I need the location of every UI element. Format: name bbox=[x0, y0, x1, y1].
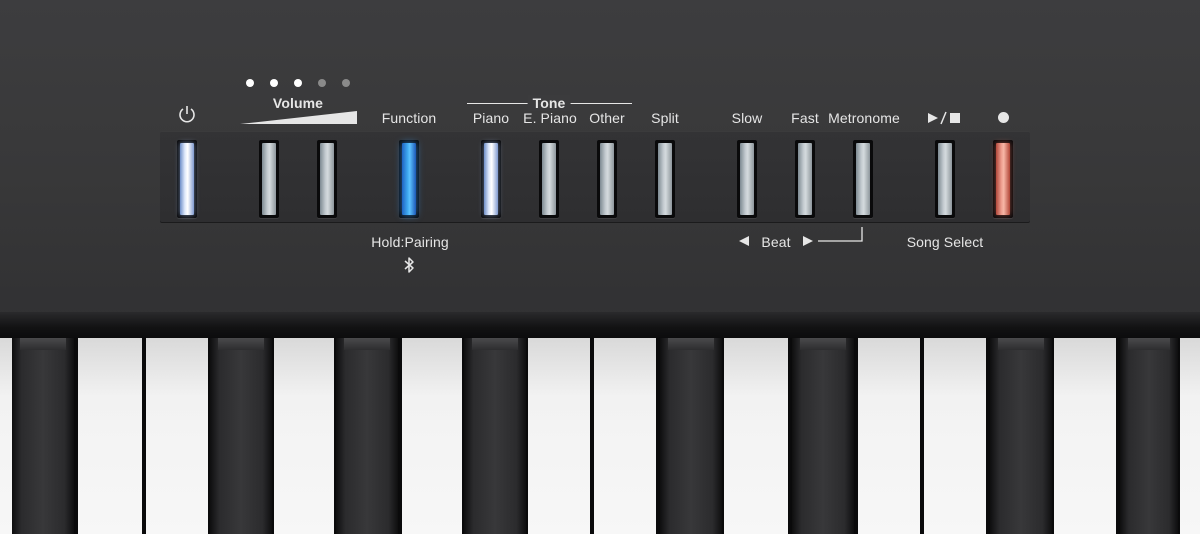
volume-down-button[interactable] bbox=[259, 140, 279, 218]
beat-label: Beat bbox=[761, 234, 791, 250]
other-button-light bbox=[600, 143, 614, 215]
black-key bbox=[336, 338, 398, 534]
function-button-light bbox=[402, 143, 416, 215]
button-strip bbox=[160, 131, 1030, 223]
play-stop-button-light bbox=[938, 143, 952, 215]
slow-button-light bbox=[740, 143, 754, 215]
split-label: Split bbox=[651, 110, 679, 126]
volume-dot-3 bbox=[294, 79, 302, 87]
white-key bbox=[0, 338, 12, 534]
other-button[interactable] bbox=[597, 140, 617, 218]
volume-dot-1 bbox=[246, 79, 254, 87]
metronome-button-light bbox=[856, 143, 870, 215]
function-label: Function bbox=[381, 110, 437, 126]
fast-button[interactable] bbox=[795, 140, 815, 218]
play-stop-button[interactable] bbox=[935, 140, 955, 218]
volume-label: Volume bbox=[272, 95, 324, 111]
black-key bbox=[1120, 338, 1178, 534]
white-key bbox=[924, 338, 986, 534]
white-key bbox=[1180, 338, 1200, 534]
white-key bbox=[274, 338, 334, 534]
black-key bbox=[464, 338, 526, 534]
play-stop-icon bbox=[928, 111, 960, 125]
volume-dot-5 bbox=[342, 79, 350, 87]
fast-button-light bbox=[798, 143, 812, 215]
white-key bbox=[858, 338, 920, 534]
e-piano-button-light bbox=[542, 143, 556, 215]
black-key bbox=[660, 338, 722, 534]
control-panel: Volume Function Tone Piano E. Piano Othe… bbox=[0, 0, 1200, 320]
volume-down-button-light bbox=[262, 143, 276, 215]
black-key bbox=[12, 338, 74, 534]
white-key bbox=[78, 338, 142, 534]
split-button-light bbox=[658, 143, 672, 215]
white-key bbox=[724, 338, 788, 534]
triangle-right-icon bbox=[803, 236, 813, 246]
song-select-label: Song Select bbox=[906, 234, 984, 250]
slow-button[interactable] bbox=[737, 140, 757, 218]
piano-keyboard bbox=[0, 338, 1200, 534]
white-key bbox=[402, 338, 462, 534]
other-label: Other bbox=[589, 110, 625, 126]
record-icon bbox=[998, 112, 1009, 123]
function-button[interactable] bbox=[399, 140, 419, 218]
white-key bbox=[528, 338, 590, 534]
bluetooth-icon bbox=[404, 257, 414, 273]
split-button[interactable] bbox=[655, 140, 675, 218]
power-icon bbox=[179, 106, 195, 123]
power-button-light bbox=[180, 143, 194, 215]
white-key bbox=[594, 338, 656, 534]
piano-label: Piano bbox=[472, 110, 510, 126]
metronome-label: Metronome bbox=[828, 110, 900, 126]
volume-wedge-icon bbox=[240, 111, 357, 124]
e-piano-button[interactable] bbox=[539, 140, 559, 218]
piano-button-light bbox=[484, 143, 498, 215]
black-key bbox=[792, 338, 854, 534]
metronome-button[interactable] bbox=[853, 140, 873, 218]
metronome-bracket bbox=[818, 227, 863, 242]
fast-label: Fast bbox=[791, 110, 819, 126]
volume-dot-2 bbox=[270, 79, 278, 87]
black-key bbox=[990, 338, 1052, 534]
volume-dot-4 bbox=[318, 79, 326, 87]
white-key bbox=[146, 338, 208, 534]
volume-up-button-light bbox=[320, 143, 334, 215]
power-button[interactable] bbox=[177, 140, 197, 218]
slow-label: Slow bbox=[731, 110, 763, 126]
triangle-left-icon bbox=[739, 236, 749, 246]
volume-up-button[interactable] bbox=[317, 140, 337, 218]
keyboard-photo: Volume Function Tone Piano E. Piano Othe… bbox=[0, 0, 1200, 534]
black-key bbox=[210, 338, 272, 534]
piano-button[interactable] bbox=[481, 140, 501, 218]
record-button-light bbox=[996, 143, 1010, 215]
white-key bbox=[1054, 338, 1116, 534]
record-button[interactable] bbox=[993, 140, 1013, 218]
hold-pairing-label: Hold:Pairing bbox=[371, 234, 449, 250]
tone-group-label: Tone bbox=[527, 95, 571, 111]
panel-front-edge bbox=[0, 312, 1200, 338]
e-piano-label: E. Piano bbox=[523, 110, 577, 126]
